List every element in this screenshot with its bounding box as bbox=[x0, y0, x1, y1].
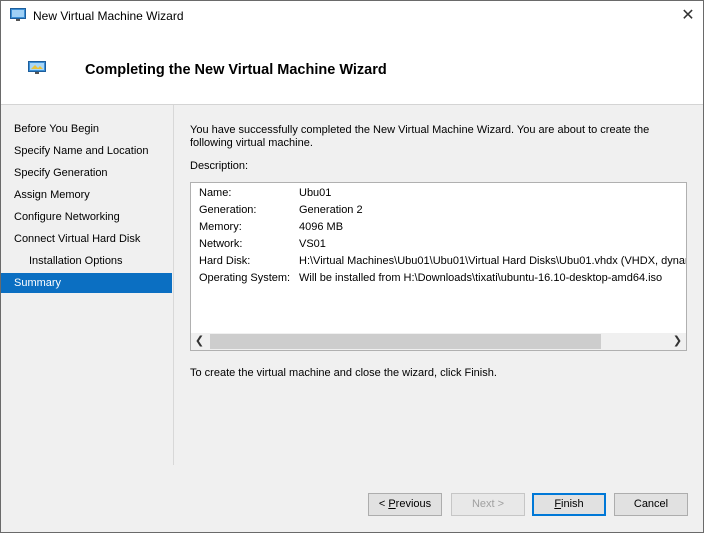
desc-key: Network: bbox=[199, 238, 243, 250]
nav-item-specify-name-and-location[interactable]: Specify Name and Location bbox=[1, 141, 172, 161]
finish-label: inish bbox=[561, 498, 584, 510]
horizontal-scrollbar[interactable]: ❮ ❯ bbox=[191, 333, 686, 350]
window-title: New Virtual Machine Wizard bbox=[33, 9, 184, 23]
button-bar: < Previous Next > Finish Cancel bbox=[1, 465, 703, 532]
desc-key: Hard Disk: bbox=[199, 255, 251, 267]
nav-item-configure-networking[interactable]: Configure Networking bbox=[1, 207, 172, 227]
desc-value: Ubu01 bbox=[299, 187, 332, 199]
intro-text: You have successfully completed the New … bbox=[190, 124, 650, 149]
finish-button[interactable]: Finish bbox=[532, 493, 606, 516]
description-box[interactable]: Name: Ubu01 Generation: Generation 2 Mem… bbox=[190, 182, 687, 351]
desc-value: H:\Virtual Machines\Ubu01\Ubu01\Virtual … bbox=[299, 255, 687, 267]
scroll-left-icon[interactable]: ❮ bbox=[191, 333, 208, 350]
wizard-header: Completing the New Virtual Machine Wizar… bbox=[1, 31, 703, 105]
page-title: Completing the New Virtual Machine Wizar… bbox=[85, 62, 387, 78]
wizard-window: New Virtual Machine Wizard ✕ Completing … bbox=[0, 0, 704, 533]
nav-item-installation-options[interactable]: Installation Options bbox=[1, 251, 172, 271]
desc-value: VS01 bbox=[299, 238, 326, 250]
close-icon[interactable]: ✕ bbox=[673, 1, 703, 31]
desc-value: 4096 MB bbox=[299, 221, 344, 233]
nav-item-connect-virtual-hard-disk[interactable]: Connect Virtual Hard Disk bbox=[1, 229, 172, 249]
nav-item-before-you-begin[interactable]: Before You Begin bbox=[1, 119, 172, 139]
nav-item-assign-memory[interactable]: Assign Memory bbox=[1, 185, 172, 205]
cancel-button[interactable]: Cancel bbox=[614, 493, 688, 516]
desc-value: Will be installed from H:\Downloads\tixa… bbox=[299, 272, 663, 284]
finish-instructions: To create the virtual machine and close … bbox=[190, 367, 497, 379]
desc-key: Operating System: bbox=[199, 272, 291, 284]
title-bar: New Virtual Machine Wizard ✕ bbox=[1, 1, 703, 31]
previous-label: revious bbox=[395, 498, 432, 510]
wizard-steps-nav: Before You Begin Specify Name and Locati… bbox=[1, 105, 174, 465]
description-label: Description: bbox=[190, 160, 249, 172]
scrollbar-thumb[interactable] bbox=[210, 334, 601, 349]
hyper-v-monitor-icon bbox=[10, 8, 26, 21]
nav-item-summary[interactable]: Summary bbox=[1, 273, 172, 293]
previous-prefix: < bbox=[378, 498, 389, 510]
nav-item-specify-generation[interactable]: Specify Generation bbox=[1, 163, 172, 183]
scroll-right-icon[interactable]: ❯ bbox=[669, 333, 686, 350]
next-button[interactable]: Next > bbox=[451, 493, 525, 516]
previous-button[interactable]: < Previous bbox=[368, 493, 442, 516]
desc-key: Name: bbox=[199, 187, 232, 199]
virtual-machine-icon bbox=[28, 61, 46, 74]
desc-key: Generation: bbox=[199, 204, 257, 216]
desc-value: Generation 2 bbox=[299, 204, 363, 216]
desc-key: Memory: bbox=[199, 221, 242, 233]
previous-accelerator: P bbox=[388, 498, 396, 510]
